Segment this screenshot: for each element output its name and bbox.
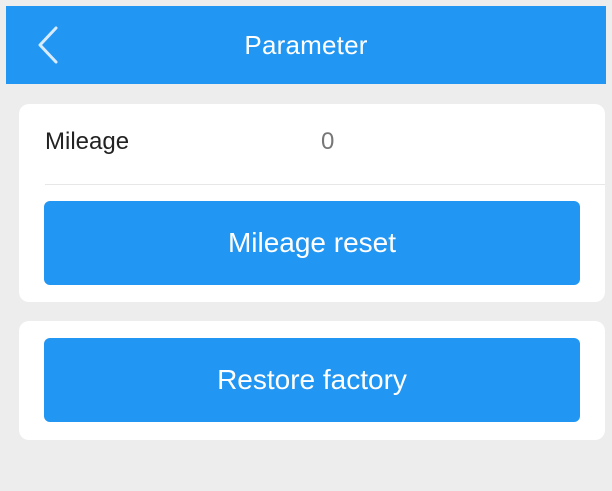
mileage-value: 0 xyxy=(321,128,335,155)
mileage-reset-button[interactable]: Mileage reset xyxy=(44,201,580,285)
parameter-screen: Parameter Mileage 0 Mileage reset Restor… xyxy=(0,0,612,491)
factory-card: Restore factory xyxy=(19,321,605,440)
mileage-card: Mileage 0 Mileage reset xyxy=(19,104,605,302)
header-bar: Parameter xyxy=(6,6,606,84)
back-button[interactable] xyxy=(26,20,76,70)
mileage-label: Mileage xyxy=(45,128,130,155)
chevron-left-icon xyxy=(38,26,58,64)
mileage-row: Mileage 0 xyxy=(45,104,605,185)
restore-factory-button[interactable]: Restore factory xyxy=(44,338,580,422)
page-title: Parameter xyxy=(244,29,368,60)
